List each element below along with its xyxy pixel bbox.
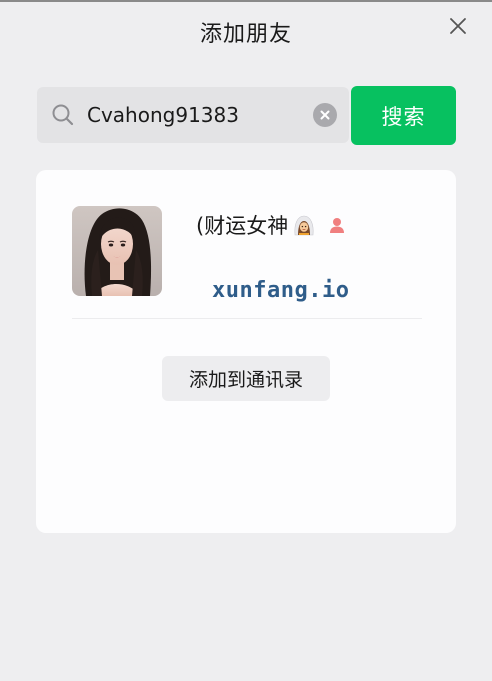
search-button[interactable]: 搜索 — [351, 86, 456, 145]
search-input[interactable] — [87, 87, 305, 143]
avatar-photo — [72, 206, 162, 296]
contact-nickname: (财运女神 — [196, 210, 346, 240]
avatar[interactable] — [72, 206, 162, 296]
search-box[interactable] — [37, 87, 349, 143]
add-to-contacts-button[interactable]: 添加到通讯录 — [162, 356, 330, 401]
search-icon — [52, 104, 74, 126]
search-result-card: (财运女神 xunfang.io 添加到通讯录 — [36, 170, 456, 533]
close-button[interactable] — [446, 14, 470, 38]
window-top-border — [0, 0, 492, 2]
divider — [72, 318, 422, 319]
clear-icon — [320, 110, 330, 120]
woman-with-veil-emoji — [294, 215, 314, 236]
clear-search-button[interactable] — [313, 103, 337, 127]
watermark-text: xunfang.io — [212, 278, 350, 303]
nickname-text: (财运女神 — [196, 214, 289, 238]
window-title: 添加朋友 — [199, 22, 292, 47]
female-user-icon — [330, 218, 345, 233]
close-icon — [450, 18, 466, 34]
